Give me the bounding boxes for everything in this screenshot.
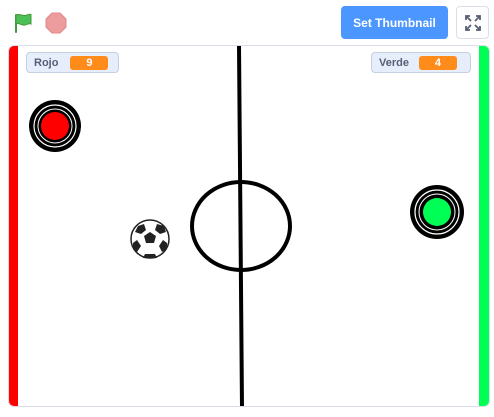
green-flag-icon [15, 13, 32, 33]
green-paddle[interactable] [410, 185, 464, 239]
green-goal-line [479, 46, 489, 406]
stage-toolbar: Set Thumbnail [0, 0, 494, 44]
score-monitor-rojo[interactable]: Rojo 9 [26, 52, 119, 73]
score-value-verde: 4 [418, 55, 457, 70]
score-label-verde: Verde [379, 56, 409, 69]
fullscreen-icon [464, 14, 481, 31]
set-thumbnail-button[interactable]: Set Thumbnail [341, 6, 448, 39]
score-label-rojo: Rojo [34, 56, 59, 69]
red-paddle[interactable] [29, 100, 81, 152]
score-value-rojo: 9 [70, 55, 109, 70]
game-stage[interactable]: Rojo 9 Verde 4 [8, 45, 490, 407]
playfield [9, 46, 489, 406]
stop-sign-icon [45, 12, 67, 34]
score-monitor-verde[interactable]: Verde 4 [371, 52, 471, 73]
soccer-ball[interactable] [130, 219, 170, 259]
red-goal-line [9, 46, 18, 406]
stop-button[interactable] [43, 10, 69, 36]
center-line [237, 46, 244, 406]
fullscreen-button[interactable] [456, 6, 489, 39]
green-flag-button[interactable] [10, 10, 36, 36]
